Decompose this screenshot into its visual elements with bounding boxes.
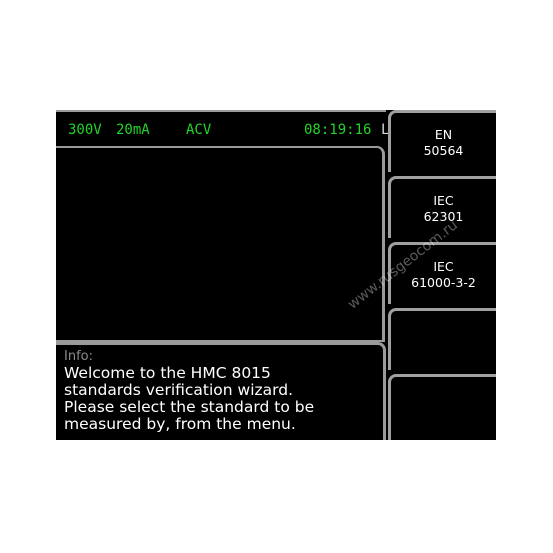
softkey-label: EN bbox=[434, 126, 453, 142]
info-panel: Info: Welcome to the HMC 8015 standards … bbox=[56, 342, 386, 440]
info-line: Welcome to the HMC 8015 bbox=[64, 364, 271, 382]
softkey-empty-5[interactable] bbox=[388, 374, 496, 440]
softkey-label: IEC bbox=[433, 258, 454, 274]
softkey-label: IEC bbox=[433, 192, 454, 208]
status-bar: 300V 20mA ACV 08:19:16 L bbox=[56, 110, 389, 146]
softkey-label: 61000-3-2 bbox=[411, 274, 476, 290]
softkey-menu: EN 50564 IEC 62301 IEC 61000-3-2 bbox=[388, 110, 496, 440]
info-line: measured by, from the menu. bbox=[64, 415, 296, 433]
instrument-screen: 300V 20mA ACV 08:19:16 L Info: Welcome t… bbox=[56, 110, 496, 440]
softkey-label: 50564 bbox=[423, 142, 464, 158]
main-display-area bbox=[56, 146, 385, 342]
measurement-mode: ACV bbox=[186, 122, 212, 138]
current-range: 20mA bbox=[116, 122, 150, 138]
softkey-empty-4[interactable] bbox=[388, 308, 496, 370]
info-line: Please select the standard to be bbox=[64, 398, 315, 416]
info-heading: Info: bbox=[64, 349, 93, 364]
softkey-en-50564[interactable]: EN 50564 bbox=[388, 110, 496, 172]
voltage-range: 300V bbox=[68, 122, 102, 138]
clock-time: 08:19:16 bbox=[304, 122, 372, 138]
info-line: standards verification wizard. bbox=[64, 381, 294, 399]
